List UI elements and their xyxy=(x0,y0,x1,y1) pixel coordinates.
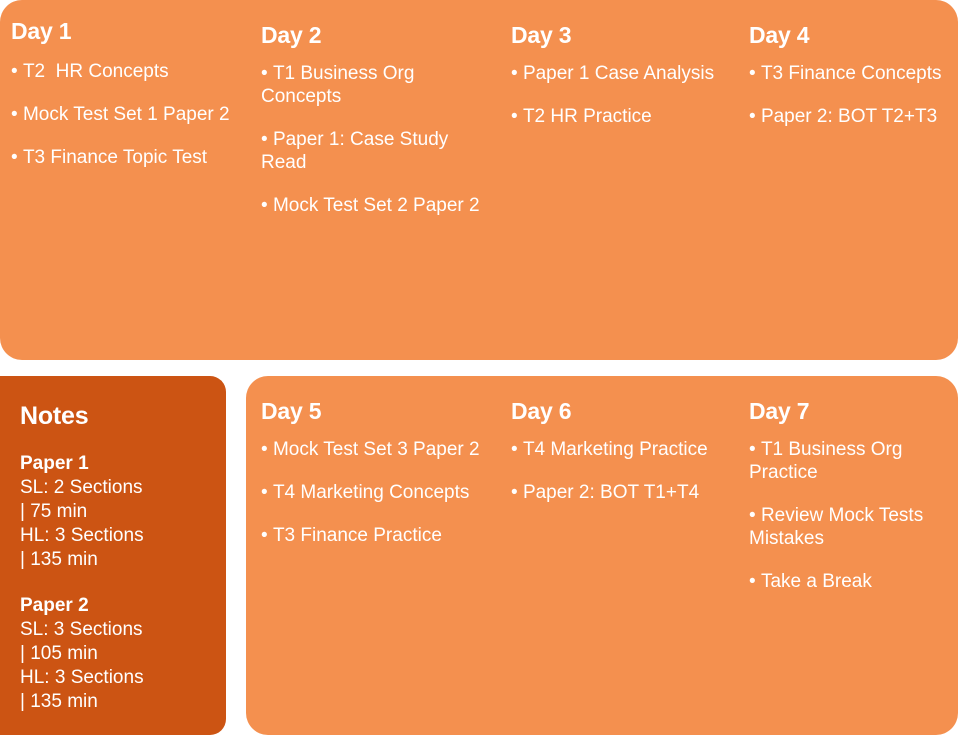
task-item: Mock Test Set 2 Paper 2 xyxy=(261,194,493,217)
day-4-task-list: T3 Finance Concepts Paper 2: BOT T2+T3 xyxy=(749,62,949,128)
day-4-title: Day 4 xyxy=(749,22,810,48)
day-3-task-list: Paper 1 Case Analysis T2 HR Practice xyxy=(511,62,743,128)
task-item: Review Mock Tests Mistakes xyxy=(749,504,939,550)
week-schedule-top-panel: Day 1 T2 HR Concepts Mock Test Set 1 Pap… xyxy=(0,0,958,360)
day-6-title: Day 6 xyxy=(511,398,572,424)
task-item: Paper 2: BOT T1+T4 xyxy=(511,481,743,504)
day-1-title: Day 1 xyxy=(11,18,72,44)
note-line: | 75 min xyxy=(20,501,88,522)
task-item: T1 Business Org Practice xyxy=(749,438,939,484)
note-heading: Paper 1 xyxy=(20,453,89,474)
day-column-2: Day 2 T1 Business Org Concepts Paper 1: … xyxy=(261,22,493,237)
note-line: | 135 min xyxy=(20,691,98,712)
day-column-3: Day 3 Paper 1 Case Analysis T2 HR Practi… xyxy=(511,22,743,148)
day-5-title: Day 5 xyxy=(261,398,322,424)
note-line: | 105 min xyxy=(20,643,98,664)
day-column-7: Day 7 T1 Business Org Practice Review Mo… xyxy=(749,398,939,613)
day-5-task-list: Mock Test Set 3 Paper 2 T4 Marketing Con… xyxy=(261,438,493,547)
task-item: Paper 1 Case Analysis xyxy=(511,62,743,85)
task-item: T2 HR Concepts xyxy=(11,60,243,83)
day-2-title: Day 2 xyxy=(261,22,322,48)
day-7-task-list: T1 Business Org Practice Review Mock Tes… xyxy=(749,438,939,593)
task-item: T3 Finance Practice xyxy=(261,524,493,547)
task-item: Paper 1: Case Study Read xyxy=(261,128,493,174)
note-line: | 135 min xyxy=(20,549,98,570)
day-3-title: Day 3 xyxy=(511,22,572,48)
day-column-6: Day 6 T4 Marketing Practice Paper 2: BOT… xyxy=(511,398,743,524)
week-schedule-bottom-panel: Day 5 Mock Test Set 3 Paper 2 T4 Marketi… xyxy=(246,376,958,735)
note-line: SL: 2 Sections xyxy=(20,477,143,498)
note-line: SL: 3 Sections xyxy=(20,619,143,640)
task-item: Take a Break xyxy=(749,570,939,593)
task-item: T3 Finance Concepts xyxy=(749,62,949,85)
note-block-paper-1: Paper 1 SL: 2 Sections | 75 min HL: 3 Se… xyxy=(20,452,210,572)
task-item: T3 Finance Topic Test xyxy=(11,146,243,169)
day-column-5: Day 5 Mock Test Set 3 Paper 2 T4 Marketi… xyxy=(261,398,493,567)
note-line: HL: 3 Sections xyxy=(20,525,144,546)
day-2-task-list: T1 Business Org Concepts Paper 1: Case S… xyxy=(261,62,493,217)
task-item: Mock Test Set 1 Paper 2 xyxy=(11,103,243,126)
task-item: T4 Marketing Practice xyxy=(511,438,743,461)
task-item: T2 HR Practice xyxy=(511,105,743,128)
task-item: T4 Marketing Concepts xyxy=(261,481,493,504)
note-block-paper-2: Paper 2 SL: 3 Sections | 105 min HL: 3 S… xyxy=(20,594,210,714)
day-column-4: Day 4 T3 Finance Concepts Paper 2: BOT T… xyxy=(749,22,949,148)
day-6-task-list: T4 Marketing Practice Paper 2: BOT T1+T4 xyxy=(511,438,743,504)
task-item: T1 Business Org Concepts xyxy=(261,62,493,108)
task-item: Mock Test Set 3 Paper 2 xyxy=(261,438,493,461)
day-7-title: Day 7 xyxy=(749,398,810,424)
task-item: Paper 2: BOT T2+T3 xyxy=(749,105,949,128)
day-column-1: Day 1 T2 HR Concepts Mock Test Set 1 Pap… xyxy=(11,18,243,189)
day-1-task-list: T2 HR Concepts Mock Test Set 1 Paper 2 T… xyxy=(11,60,243,169)
notes-panel: Notes Paper 1 SL: 2 Sections | 75 min HL… xyxy=(0,376,226,735)
notes-content: Notes Paper 1 SL: 2 Sections | 75 min HL… xyxy=(20,402,210,736)
notes-title: Notes xyxy=(20,402,89,430)
note-line: HL: 3 Sections xyxy=(20,667,144,688)
note-heading: Paper 2 xyxy=(20,595,89,616)
